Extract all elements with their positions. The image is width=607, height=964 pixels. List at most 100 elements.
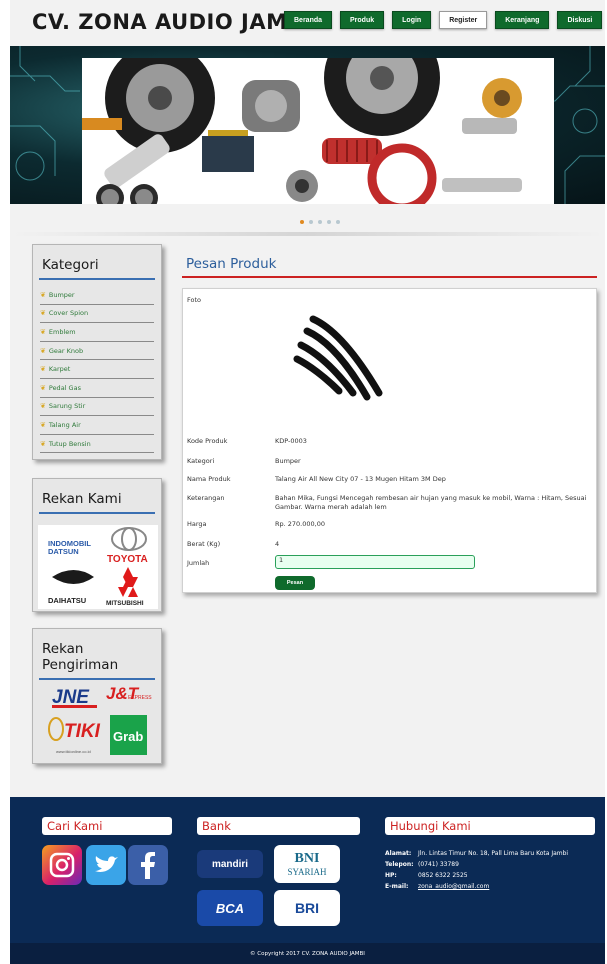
field-label-harga: Harga xyxy=(187,520,207,528)
page-title-rule xyxy=(182,276,597,278)
category-title-rule xyxy=(39,278,155,280)
category-item-gear-knob[interactable]: ❦ Gear Knob xyxy=(40,342,154,361)
category-item-pedal-gas[interactable]: ❦ Pedal Gas xyxy=(40,379,154,398)
page-title: Pesan Produk xyxy=(186,256,277,272)
copyright-bar: © Copyright 2017 CV. ZONA AUDIO JAMBI xyxy=(10,943,605,964)
facebook-icon[interactable] xyxy=(128,845,168,885)
field-value-keterangan: Bahan Mika, Fungsi Mencegah rembesan air… xyxy=(275,494,587,511)
category-item-talang-air[interactable]: ❦ Talang Air xyxy=(40,416,154,435)
site-brand[interactable]: CV. ZONA AUDIO JAMBI xyxy=(32,10,312,34)
datsun-logo: DATSUN xyxy=(48,547,79,556)
shipping-partners-box: Rekan Pengiriman JNE J&T EXPRESS TIKI ww… xyxy=(32,628,162,764)
category-label: Pedal Gas xyxy=(48,383,81,392)
footer-title-cari: Cari Kami xyxy=(42,817,172,835)
alamat-label: Alamat: xyxy=(385,850,412,857)
nav-produk[interactable]: Produk xyxy=(340,11,385,29)
hp-label: HP: xyxy=(385,872,397,879)
hero-slider[interactable] xyxy=(10,46,605,204)
foto-label: Foto xyxy=(187,296,202,304)
nav-beranda[interactable]: Beranda xyxy=(284,11,333,29)
nav-login[interactable]: Login xyxy=(392,11,432,29)
field-value-kode: KDP-0003 xyxy=(275,437,307,445)
email-label: E-mail: xyxy=(385,883,409,890)
hp-value: 0852 6322 2525 xyxy=(418,872,468,879)
instagram-icon[interactable] xyxy=(42,845,82,885)
bni-text: BNI xyxy=(294,851,320,866)
leaf-icon: ❦ xyxy=(40,290,46,299)
bca-logo: BCA xyxy=(197,890,263,926)
jnt-express-label: EXPRESS xyxy=(128,695,152,701)
field-value-kategori: Bumper xyxy=(275,457,301,465)
leaf-icon: ❦ xyxy=(40,346,46,355)
leaf-icon: ❦ xyxy=(40,402,46,411)
main-nav: Beranda Produk Login Register Keranjang … xyxy=(284,11,603,29)
leaf-icon: ❦ xyxy=(40,309,46,318)
tiki-logo: TIKI xyxy=(64,721,101,742)
jne-logo: JNE xyxy=(52,687,90,708)
syariah-text: SYARIAH xyxy=(287,867,327,877)
slider-dot[interactable] xyxy=(318,220,322,224)
category-label: Bumper xyxy=(48,290,75,299)
footer-title-hubungi: Hubungi Kami xyxy=(385,817,595,835)
slider-dots xyxy=(300,220,340,224)
order-form-panel: Foto Kode Produk KDP-0003 Kategori Bumpe… xyxy=(182,288,597,593)
category-label: Karpet xyxy=(48,365,71,374)
category-label: Tutup Bensin xyxy=(48,439,91,448)
slider-dot[interactable] xyxy=(300,220,304,224)
mandiri-logo: mandiri xyxy=(197,850,263,878)
slider-dot[interactable] xyxy=(336,220,340,224)
nav-diskusi[interactable]: Diskusi xyxy=(557,11,603,29)
partners-title: Rekan Kami xyxy=(42,491,122,507)
twitter-icon[interactable] xyxy=(86,845,126,885)
field-value-berat: 4 xyxy=(275,540,280,548)
tiki-website: www.tikionline.co.id xyxy=(56,749,91,754)
jumlah-input[interactable]: 1 xyxy=(275,555,475,569)
category-item-cover-spion[interactable]: ❦ Cover Spion xyxy=(40,305,154,324)
field-label-kode: Kode Produk xyxy=(187,437,228,445)
category-item-karpet[interactable]: ❦ Karpet xyxy=(40,360,154,379)
partners-box: Rekan Kami INDOMOBIL DATSUN TOYOTA DAIHA… xyxy=(32,478,162,612)
partners-title-rule xyxy=(39,512,155,514)
category-title: Kategori xyxy=(42,257,99,273)
field-value-harga: Rp. 270.000,00 xyxy=(275,520,325,528)
category-item-sarung-stir[interactable]: ❦ Sarung Stir xyxy=(40,398,154,417)
banner-separator xyxy=(10,232,605,236)
field-label-nama: Nama Produk xyxy=(187,475,231,483)
leaf-icon: ❦ xyxy=(40,365,46,374)
email-link[interactable]: zona_audio@gmail.com xyxy=(418,883,489,890)
bri-text: BRI xyxy=(294,900,320,916)
category-item-tutup-bensin[interactable]: ❦ Tutup Bensin xyxy=(40,435,154,454)
bri-logo: BRI xyxy=(274,890,340,926)
jumlah-label: Jumlah xyxy=(187,559,210,567)
leaf-icon: ❦ xyxy=(40,420,46,429)
category-label: Talang Air xyxy=(48,420,81,429)
telepon-label: Telepon: xyxy=(385,861,414,868)
leaf-icon: ❦ xyxy=(40,439,46,448)
pesan-button[interactable]: Pesan xyxy=(275,576,315,590)
bni-syariah-logo: BNI SYARIAH xyxy=(274,845,340,883)
nav-keranjang[interactable]: Keranjang xyxy=(495,11,550,29)
product-image xyxy=(293,315,383,401)
alamat-value: Jln. Lintas Timur No. 18, Pall Lima Baru… xyxy=(418,850,569,857)
category-box: Kategori ❦ Bumper ❦ Cover Spion ❦ Emblem ❦ G… xyxy=(32,244,162,460)
category-list: ❦ Bumper ❦ Cover Spion ❦ Emblem ❦ Gear Knob … xyxy=(40,286,154,454)
leaf-icon: ❦ xyxy=(40,383,46,392)
category-label: Cover Spion xyxy=(48,309,89,318)
footer-contact: Alamat: Jln. Lintas Timur No. 18, Pall Li… xyxy=(385,848,568,892)
daihatsu-logo: DAIHATSU xyxy=(48,596,86,605)
mitsubishi-logo: MITSUBISHI xyxy=(106,600,144,607)
field-label-keterangan: Keterangan xyxy=(187,494,225,502)
slider-dot[interactable] xyxy=(309,220,313,224)
nav-register[interactable]: Register xyxy=(439,11,488,29)
category-item-emblem[interactable]: ❦ Emblem xyxy=(40,323,154,342)
shipping-logos: JNE J&T EXPRESS TIKI www.tikionline.co.i… xyxy=(48,684,152,755)
field-value-nama: Talang Air All New City 07 - 13 Mugen Hi… xyxy=(275,475,446,483)
category-item-bumper[interactable]: ❦ Bumper xyxy=(40,286,154,305)
slider-dot[interactable] xyxy=(327,220,331,224)
leaf-icon: ❦ xyxy=(40,327,46,336)
car-parts-banner-image xyxy=(82,58,554,204)
toyota-logo: TOYOTA xyxy=(107,554,148,565)
shipping-partners-title: Rekan Pengiriman xyxy=(42,641,119,673)
footer-title-bank: Bank xyxy=(197,817,360,835)
field-label-berat: Berat (Kg) xyxy=(187,540,221,548)
